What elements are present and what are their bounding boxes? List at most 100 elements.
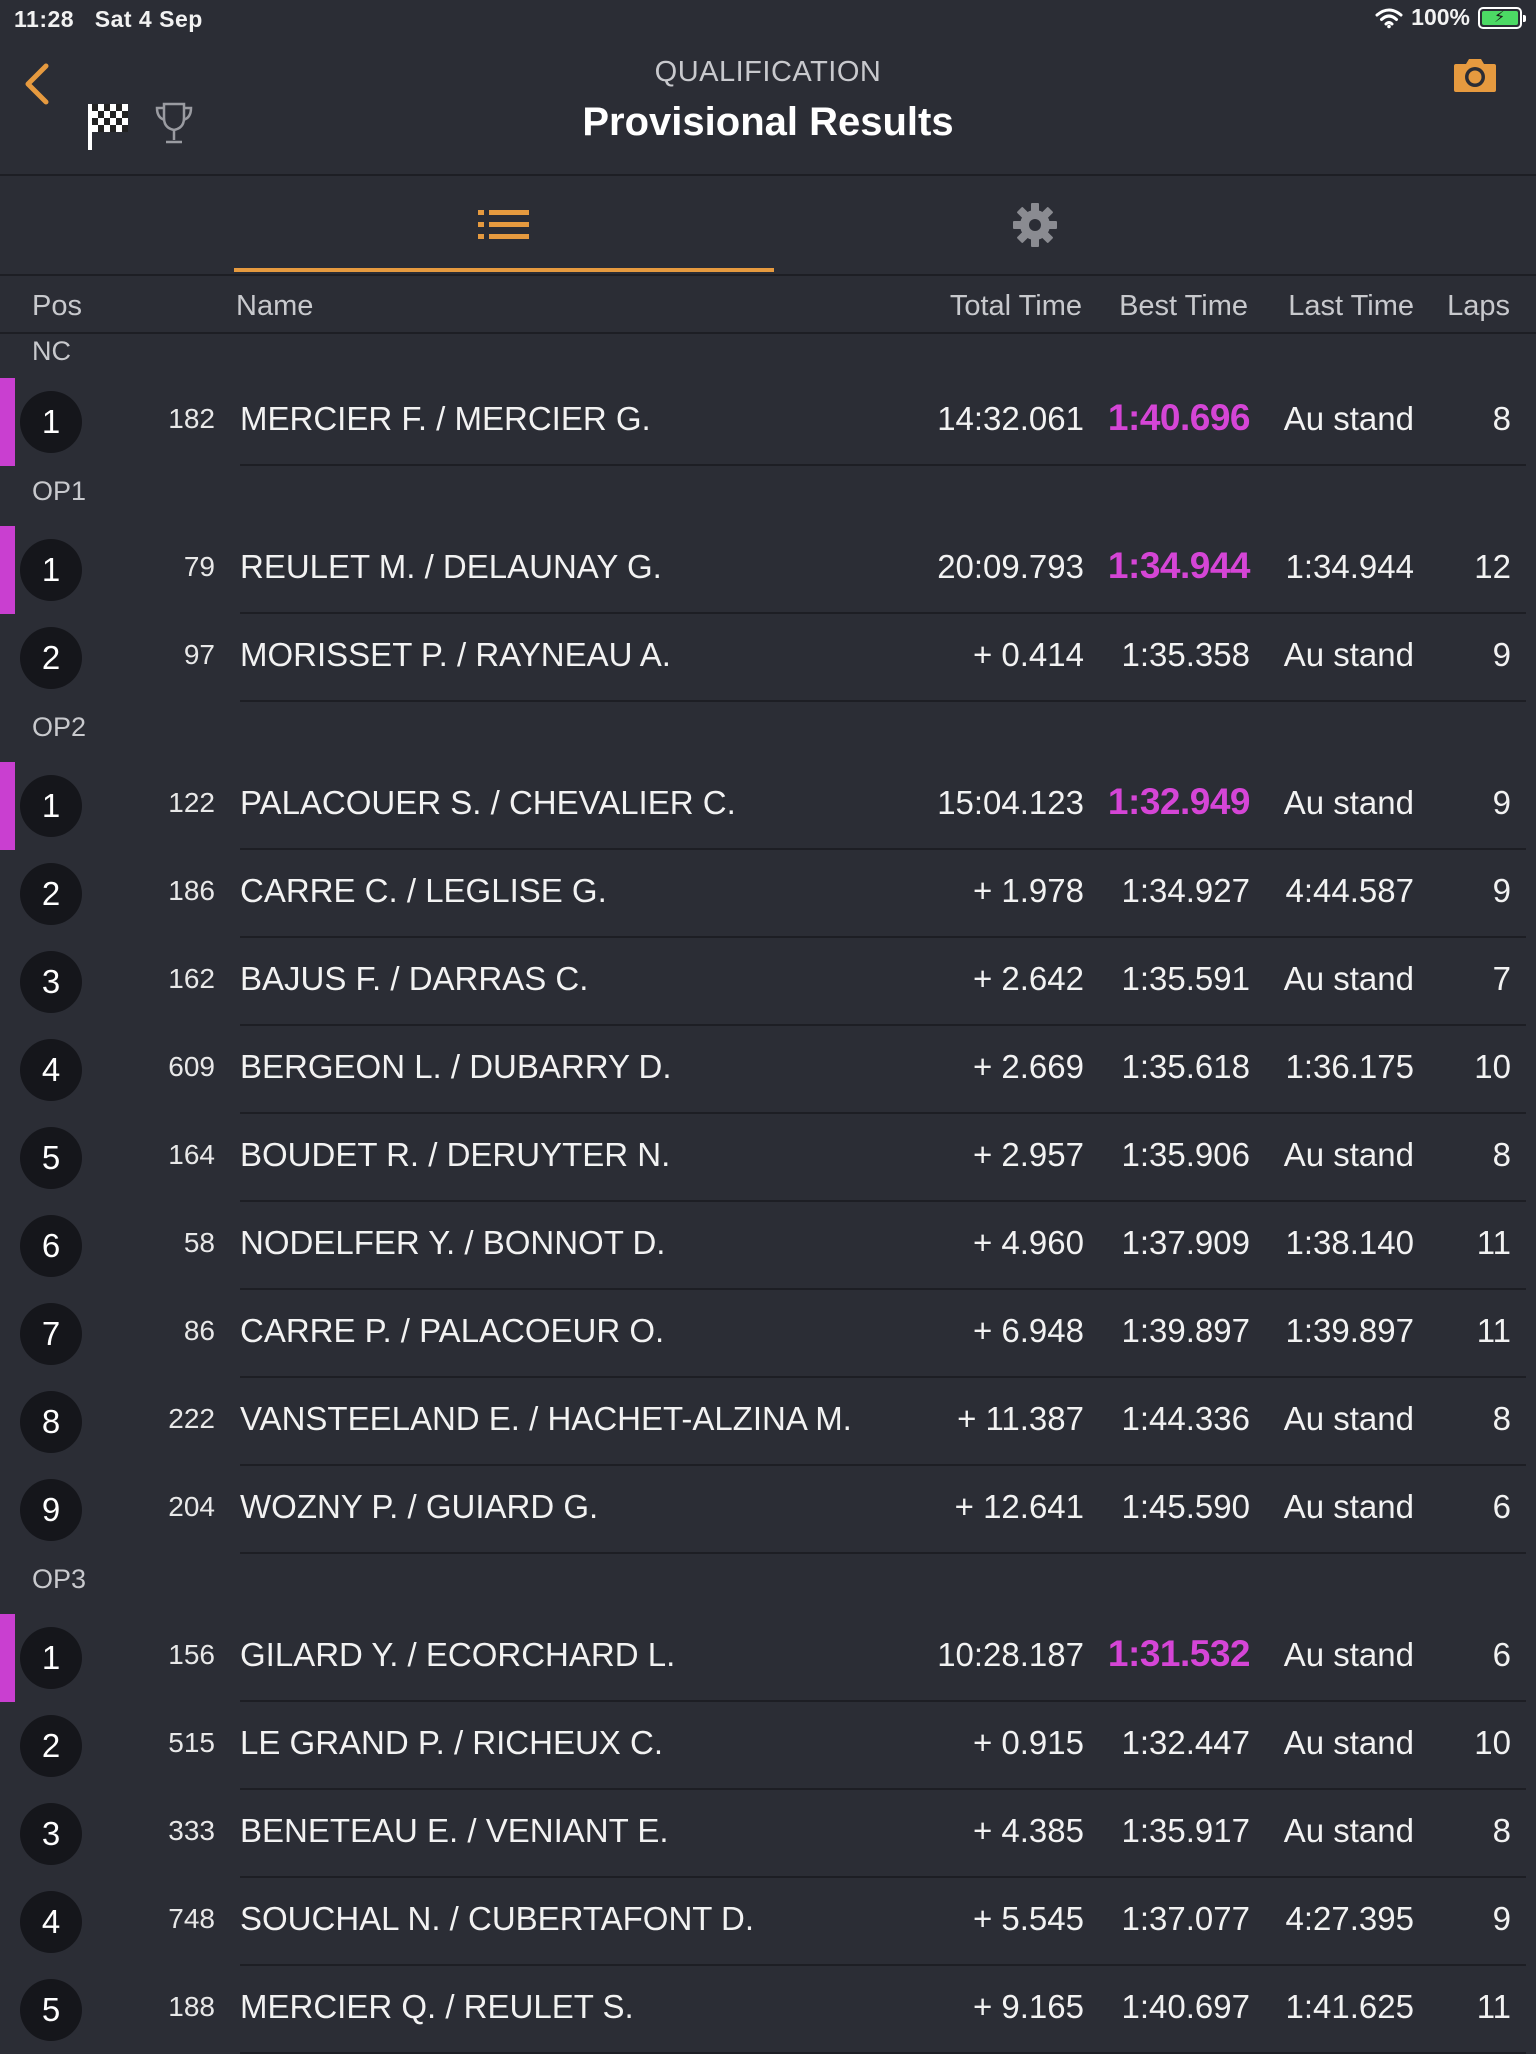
gear-icon: [1013, 203, 1057, 247]
position-badge: 2: [20, 627, 82, 689]
best-time: 1:39.897: [1121, 1312, 1250, 1349]
result-row[interactable]: 6 58 NODELFER Y. / BONNOT D. + 4.960 1:37.90…: [0, 1202, 1536, 1290]
driver-names: WOZNY P. / GUIARD G.: [240, 1488, 599, 1525]
result-row[interactable]: 5 164 BOUDET R. / DERUYTER N. + 2.957 1:35.9…: [0, 1114, 1536, 1202]
position-badge: 2: [20, 863, 82, 925]
battery-percent: 100%: [1411, 4, 1470, 30]
result-row[interactable]: 5 188 MERCIER Q. / REULET S. + 9.165 1:40.69…: [0, 1966, 1536, 2054]
leader-marker: [0, 526, 15, 614]
best-time: 1:34.944: [1107, 545, 1251, 586]
position-badge: 9: [20, 1479, 82, 1541]
last-time: Au stand: [1283, 1488, 1414, 1525]
position-badge: 3: [20, 1803, 82, 1865]
car-number: 186: [168, 875, 215, 906]
position-badge: 1: [20, 1627, 82, 1689]
result-row[interactable]: 4 748 SOUCHAL N. / CUBERTAFONT D. + 5.545 1:…: [0, 1878, 1536, 1966]
result-row[interactable]: 3 333 BENETEAU E. / VENIANT E. + 4.385 1:35.…: [0, 1790, 1536, 1878]
total-time: + 2.642: [972, 960, 1084, 997]
group-label: NC: [32, 336, 71, 366]
total-time: + 4.960: [972, 1224, 1084, 1261]
laps-count: 8: [1492, 400, 1511, 437]
status-bar: 11:28 Sat 4 Sep 100% ⚡: [0, 0, 1536, 40]
position-badge: 5: [20, 1127, 82, 1189]
driver-names: BAJUS F. / DARRAS C.: [240, 960, 589, 997]
laps-count: 6: [1492, 1488, 1511, 1525]
last-time: Au stand: [1283, 960, 1414, 997]
position-badge: 8: [20, 1391, 82, 1453]
position-badge: 6: [20, 1215, 82, 1277]
result-row[interactable]: 9 204 WOZNY P. / GUIARD G. + 12.641 1:45.590…: [0, 1466, 1536, 1554]
driver-names: VANSTEELAND E. / HACHET-ALZINA M.: [240, 1400, 852, 1437]
position-badge: 7: [20, 1303, 82, 1365]
leader-marker: [0, 1614, 15, 1702]
laps-count: 11: [1476, 1988, 1511, 2025]
driver-names: MERCIER Q. / REULET S.: [240, 1988, 634, 2025]
result-row[interactable]: 1 156 GILARD Y. / ECORCHARD L. 10:28.187 1:3…: [0, 1614, 1536, 1702]
result-row[interactable]: 1 182 MERCIER F. / MERCIER G. 14:32.061 1:40…: [0, 378, 1536, 466]
result-row[interactable]: 1 122 PALACOUER S. / CHEVALIER C. 15:04.123…: [0, 762, 1536, 850]
best-time: 1:35.917: [1121, 1812, 1250, 1849]
last-time: 4:27.395: [1285, 1900, 1414, 1937]
result-row[interactable]: 1 79 REULET M. / DELAUNAY G. 20:09.793 1:34.…: [0, 526, 1536, 614]
group-label: OP3: [32, 1564, 87, 1594]
best-time: 1:44.336: [1121, 1400, 1250, 1437]
position-badge: 1: [20, 775, 82, 837]
result-row[interactable]: 4 609 BERGEON L. / DUBARRY D. + 2.669 1:35.6…: [0, 1026, 1536, 1114]
driver-names: MORISSET P. / RAYNEAU A.: [240, 636, 671, 673]
best-time: 1:34.927: [1121, 872, 1250, 909]
car-number: 156: [168, 1639, 215, 1670]
result-row[interactable]: 2 186 CARRE C. / LEGLISE G. + 1.978 1:34.927…: [0, 850, 1536, 938]
car-number: 222: [168, 1403, 215, 1434]
camera-icon[interactable]: [1452, 56, 1498, 94]
total-time: + 0.915: [972, 1724, 1084, 1761]
nav-header: QUALIFICATION Provisional Results: [0, 40, 1536, 176]
total-time: + 11.387: [957, 1400, 1084, 1437]
tab-settings[interactable]: [770, 176, 1300, 274]
last-time: 1:41.625: [1285, 1988, 1414, 2025]
header-subtitle: QUALIFICATION: [654, 56, 882, 88]
list-icon: [478, 210, 529, 239]
result-row[interactable]: 2 97 MORISSET P. / RAYNEAU A. + 0.414 1:35.3…: [0, 614, 1536, 702]
laps-count: 7: [1492, 960, 1511, 997]
last-time: 4:44.587: [1285, 872, 1414, 909]
last-time: 1:39.897: [1285, 1312, 1414, 1349]
result-row[interactable]: 3 162 BAJUS F. / DARRAS C. + 2.642 1:35.591 A…: [0, 938, 1536, 1026]
driver-names: CARRE C. / LEGLISE G.: [240, 872, 607, 909]
best-time: 1:35.906: [1121, 1136, 1250, 1173]
laps-count: 9: [1492, 636, 1511, 673]
laps-count: 6: [1492, 1636, 1511, 1673]
driver-names: BENETEAU E. / VENIANT E.: [240, 1812, 669, 1849]
result-row[interactable]: 7 86 CARRE P. / PALACOEUR O. + 6.948 1:39.89…: [0, 1290, 1536, 1378]
total-time: 15:04.123: [937, 784, 1084, 821]
laps-count: 9: [1492, 872, 1511, 909]
best-time: 1:32.447: [1121, 1724, 1250, 1761]
result-row[interactable]: 2 515 LE GRAND P. / RICHEUX C. + 0.915 1:32.…: [0, 1702, 1536, 1790]
driver-names: GILARD Y. / ECORCHARD L.: [240, 1636, 676, 1673]
total-time: 14:32.061: [937, 400, 1084, 437]
driver-names: NODELFER Y. / BONNOT D.: [240, 1224, 666, 1261]
driver-names: REULET M. / DELAUNAY G.: [240, 548, 662, 585]
laps-count: 8: [1492, 1400, 1511, 1437]
position-badge: 2: [20, 1715, 82, 1777]
driver-names: PALACOUER S. / CHEVALIER C.: [240, 784, 736, 821]
last-time: 1:38.140: [1285, 1224, 1414, 1261]
position-badge: 1: [20, 391, 82, 453]
result-row[interactable]: 8 222 VANSTEELAND E. / HACHET-ALZINA M. + 1…: [0, 1378, 1536, 1466]
car-number: 748: [168, 1903, 215, 1934]
leader-marker: [0, 378, 15, 466]
laps-count: 11: [1476, 1312, 1511, 1349]
group-header: OP1: [0, 466, 1536, 526]
col-last-time: Last Time: [1288, 290, 1414, 322]
best-time: 1:45.590: [1121, 1488, 1250, 1525]
wifi-icon: [1375, 8, 1403, 28]
group-header: OP2: [0, 702, 1536, 762]
last-time: 1:34.944: [1285, 548, 1414, 585]
group-header: NC: [0, 334, 1536, 378]
laps-count: 11: [1476, 1224, 1511, 1261]
total-time: + 9.165: [972, 1988, 1084, 2025]
tab-results-list[interactable]: [234, 176, 774, 274]
total-time: + 2.957: [972, 1136, 1084, 1173]
car-number: 188: [168, 1991, 215, 2022]
driver-names: SOUCHAL N. / CUBERTAFONT D.: [240, 1900, 755, 1937]
total-time: + 1.978: [972, 872, 1084, 909]
